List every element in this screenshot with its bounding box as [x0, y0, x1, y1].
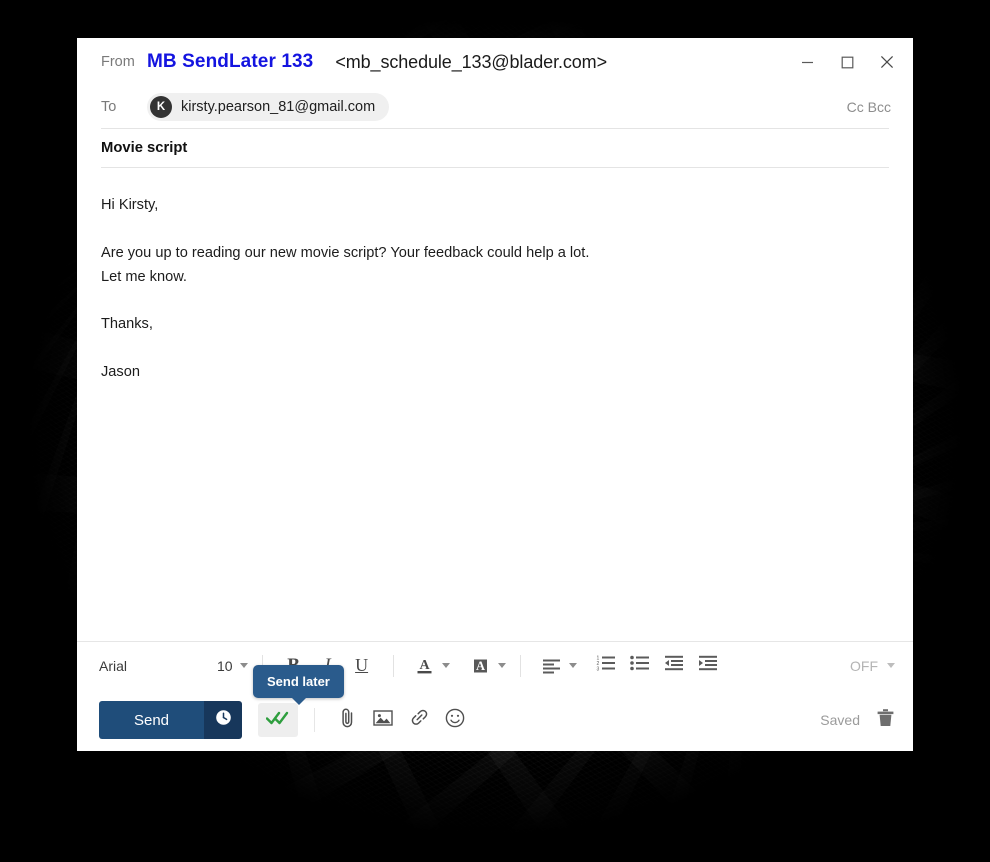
font-family-select[interactable]: Arial	[99, 658, 217, 674]
chevron-down-icon	[497, 663, 506, 668]
toolbar-separator-2	[392, 654, 394, 677]
formatting-toolbar: Arial 10 B I U A	[77, 641, 913, 705]
recipient-email: kirsty.pearson_81@gmail.com	[181, 99, 376, 115]
underline-icon: U	[355, 655, 369, 675]
maximize-button[interactable]	[827, 45, 867, 79]
svg-text:3: 3	[596, 666, 599, 671]
body-spacer-3	[101, 337, 889, 361]
paperclip-icon	[338, 707, 357, 733]
body-line-followup: Let me know.	[101, 268, 187, 285]
align-left-icon	[537, 651, 567, 681]
smiley-icon	[445, 708, 465, 733]
highlight-color-icon: A	[466, 651, 496, 681]
body-spacer-1	[101, 218, 889, 242]
subject-row[interactable]: Movie script	[77, 129, 913, 167]
body-spacer-2	[101, 289, 889, 313]
from-account-address: <mb_schedule_133@blader.com>	[335, 51, 607, 72]
send-button-group: Send	[99, 701, 242, 739]
from-row: From MB SendLater 133 <mb_schedule_133@b…	[77, 38, 913, 86]
link-icon	[409, 708, 430, 732]
chevron-down-icon	[239, 663, 248, 668]
compose-window: From MB SendLater 133 <mb_schedule_133@b…	[77, 38, 913, 751]
double-check-icon	[265, 710, 290, 731]
cc-bcc-toggle[interactable]: Cc Bcc	[847, 99, 891, 115]
avatar: K	[150, 96, 172, 118]
clock-icon	[215, 709, 232, 731]
subject-text: Movie script	[101, 140, 188, 156]
body-line-signature: Jason	[101, 364, 140, 381]
text-color-icon: A	[410, 651, 440, 681]
message-body[interactable]: Hi Kirsty, Are you up to reading our new…	[77, 168, 913, 641]
numbered-list-icon: 1 2 3	[596, 655, 616, 676]
highlight-color-control[interactable]: A	[464, 651, 506, 681]
action-bar-right: Saved	[820, 708, 895, 733]
attach-file-button[interactable]	[329, 703, 365, 737]
chevron-down-icon	[887, 663, 895, 668]
send-button[interactable]: Send	[99, 701, 204, 739]
tracking-state-label: OFF	[850, 657, 878, 674]
chevron-down-icon	[568, 663, 577, 668]
text-color-control[interactable]: A	[408, 651, 450, 681]
toolbar-separator-3	[519, 654, 521, 677]
underline-button[interactable]: U	[347, 651, 377, 681]
font-size-select[interactable]: 10	[217, 658, 248, 674]
delete-draft-button[interactable]	[876, 708, 895, 733]
recipient-chip[interactable]: K kirsty.pearson_81@gmail.com	[147, 93, 390, 121]
from-account-name[interactable]: MB SendLater 133	[147, 51, 313, 73]
insert-link-button[interactable]	[401, 703, 437, 737]
numbered-list-button[interactable]: 1 2 3	[591, 651, 621, 681]
read-receipt-button[interactable]	[258, 703, 298, 737]
svg-text:A: A	[476, 659, 485, 673]
to-row: To K kirsty.pearson_81@gmail.com Cc Bcc	[77, 86, 913, 128]
body-line-thanks: Thanks,	[101, 316, 153, 333]
chevron-down-icon	[441, 663, 450, 668]
saved-status: Saved	[820, 712, 860, 728]
body-line-greeting: Hi Kirsty,	[101, 197, 159, 213]
to-label: To	[101, 99, 117, 115]
svg-text:A: A	[420, 658, 431, 673]
from-label: From	[101, 54, 135, 70]
image-icon	[373, 709, 393, 732]
bulleted-list-icon	[629, 655, 650, 676]
send-later-button[interactable]	[204, 701, 242, 739]
insert-image-button[interactable]	[365, 703, 401, 737]
insert-emoji-button[interactable]	[437, 703, 473, 737]
action-separator	[314, 708, 315, 732]
action-bar: Send Saved	[77, 689, 913, 751]
bulleted-list-button[interactable]	[625, 651, 655, 681]
window-controls	[787, 38, 907, 86]
increase-indent-button[interactable]	[693, 651, 723, 681]
minimize-button[interactable]	[787, 45, 827, 79]
increase-indent-icon	[698, 655, 718, 676]
trash-icon	[876, 708, 895, 732]
close-button[interactable]	[867, 45, 907, 79]
decrease-indent-button[interactable]	[659, 651, 689, 681]
body-line-question: Are you up to reading our new movie scri…	[101, 244, 590, 261]
decrease-indent-icon	[664, 655, 684, 676]
tracking-control[interactable]: OFF	[850, 658, 895, 674]
send-later-tooltip: Send later	[253, 665, 344, 705]
align-control[interactable]	[535, 651, 577, 681]
font-size-value: 10	[217, 657, 233, 674]
